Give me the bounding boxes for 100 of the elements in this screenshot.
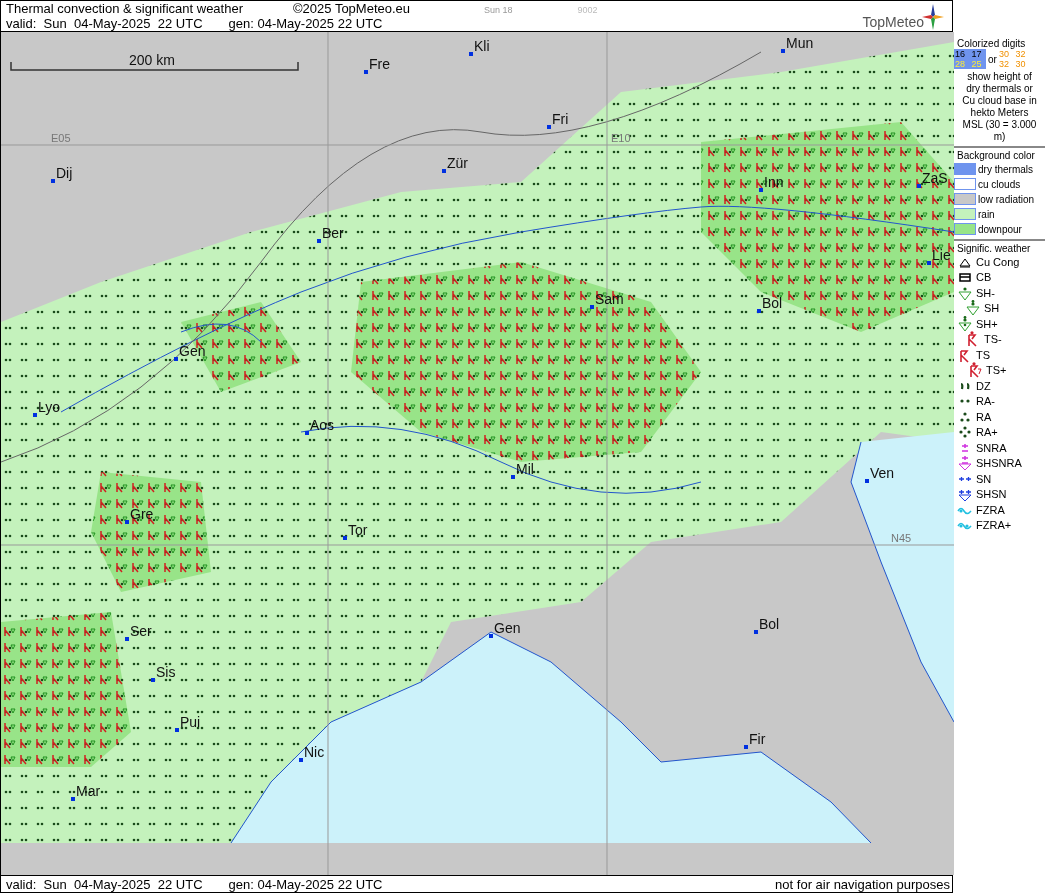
city-marker-icon <box>759 188 763 192</box>
city-marker-icon <box>71 797 75 801</box>
city-label: Mun <box>786 35 814 51</box>
legend-label: dry thermals <box>978 163 1033 175</box>
city-label: Ber <box>322 225 344 241</box>
weather-symbol-icon <box>956 455 974 472</box>
copyright-text: ©2025 TopMeteo.eu <box>293 1 411 16</box>
generated-time: gen: 04-May-2025 22 UTC <box>228 876 383 892</box>
city-marker-icon <box>174 357 178 361</box>
city-label: Mil <box>516 461 534 477</box>
city-marker-icon <box>917 184 921 188</box>
city-label: Kli <box>474 38 490 54</box>
legend-heading: Background color <box>954 146 1045 161</box>
city-marker-icon <box>442 169 446 173</box>
valid-time: valid: Sun 04-May-2025 22 UTC <box>6 16 203 31</box>
city-marker-icon <box>299 758 303 762</box>
city-label: Fre <box>369 56 390 72</box>
city-label: Gre <box>130 506 154 522</box>
legend-label: cu clouds <box>978 178 1021 190</box>
city-marker-icon <box>781 49 785 53</box>
city-marker-icon <box>343 536 347 540</box>
legend-label: FZRA <box>976 503 1005 516</box>
legend-label: RA+ <box>976 426 998 439</box>
grid-label: N45 <box>891 532 912 544</box>
city-marker-icon <box>754 630 758 634</box>
map-title: Thermal convection & significant weather <box>6 1 243 16</box>
grid-label: E10 <box>611 132 631 144</box>
city-label: Tor <box>348 522 368 538</box>
legend-label: low radiation <box>978 193 1035 205</box>
weather-symbol-icon <box>959 398 971 405</box>
legend-label: SN <box>976 472 992 485</box>
valid-time: valid: Sun 04-May-2025 22 UTC <box>6 876 203 892</box>
legend-label: DZ <box>976 379 991 392</box>
city-label: Aos <box>310 417 335 433</box>
city-label: Gen <box>494 620 521 636</box>
city-label: Gen <box>179 343 206 359</box>
or-text: or <box>988 53 997 65</box>
city-marker-icon <box>151 678 155 682</box>
city-label: Fir <box>749 731 766 747</box>
city-label: Nic <box>304 744 325 760</box>
legend-label: SNRA <box>976 441 1007 454</box>
city-marker-icon <box>305 431 309 435</box>
city-label: ZaS <box>922 170 948 186</box>
city-label: Lyo <box>38 399 61 415</box>
city-marker-icon <box>317 239 321 243</box>
city-label: Bol <box>759 616 780 632</box>
legend-label: RA- <box>976 395 995 408</box>
city-marker-icon <box>865 479 869 483</box>
legend-heading: Signific. weather <box>954 239 1045 254</box>
city-marker-icon <box>33 413 37 417</box>
product-code: 9002 <box>577 5 598 15</box>
legend-label: SHSN <box>976 488 1007 501</box>
grid-label: E05 <box>51 132 71 144</box>
city-label: Sis <box>156 664 176 680</box>
legend-label: Cu Cong <box>976 255 1020 268</box>
disclaimer-text: not for air navigation purposes <box>775 876 951 892</box>
dry-thermal-sample: 16 17 28 25 <box>954 49 986 69</box>
city-label: Dij <box>56 165 73 181</box>
city-label: Fri <box>552 111 569 127</box>
city-marker-icon <box>175 728 179 732</box>
city-marker-icon <box>744 745 748 749</box>
digits-note: show height of dry thermals or Cu cloud base in hekto Meters MSL (30 = 3.000 m) <box>961 70 1038 143</box>
city-marker-icon <box>364 70 368 74</box>
city-marker-icon <box>757 309 761 313</box>
legend-label: SHSNRA <box>976 457 1022 470</box>
legend-label: SH- <box>976 286 995 299</box>
city-label: Bol <box>762 295 783 311</box>
legend-label: rain <box>978 208 995 220</box>
city-label: Zür <box>447 155 468 171</box>
legend-label: FZRA+ <box>976 519 1012 532</box>
compass-star-icon <box>922 4 944 30</box>
city-label: Mar <box>76 783 101 799</box>
legend-label: TS <box>976 348 991 361</box>
city-marker-icon <box>125 637 129 641</box>
city-label: Lie <box>932 247 951 263</box>
legend-label: SH <box>984 302 1000 315</box>
legend-label: RA <box>976 410 992 423</box>
city-marker-icon <box>489 634 493 638</box>
city-marker-icon <box>547 125 551 129</box>
city-marker-icon <box>469 52 473 56</box>
weather-symbol-icon <box>964 300 982 317</box>
weather-symbol-icon <box>958 475 972 482</box>
city-marker-icon <box>51 179 55 183</box>
weather-symbol-icon <box>956 315 974 332</box>
legend-label: SH+ <box>976 317 998 330</box>
logo-text: TopMeteo <box>862 14 924 30</box>
legend-heading: Colorized digits <box>956 38 1027 49</box>
city-label: Ser <box>130 623 152 639</box>
city-marker-icon <box>590 305 594 309</box>
day-code: Sun 18 <box>484 5 513 15</box>
cu-base-sample: 30 32 32 30 <box>998 49 1027 69</box>
city-marker-icon <box>511 475 515 479</box>
city-label: Sam <box>595 291 624 307</box>
generated-time: gen: 04-May-2025 22 UTC <box>228 16 383 31</box>
city-marker-icon <box>927 261 931 265</box>
legend-label: TS- <box>984 333 1002 346</box>
city-marker-icon <box>125 520 129 524</box>
weather-symbol-icon <box>961 443 969 453</box>
city-label: Ven <box>870 465 895 481</box>
legend-label: downpour <box>978 223 1022 235</box>
